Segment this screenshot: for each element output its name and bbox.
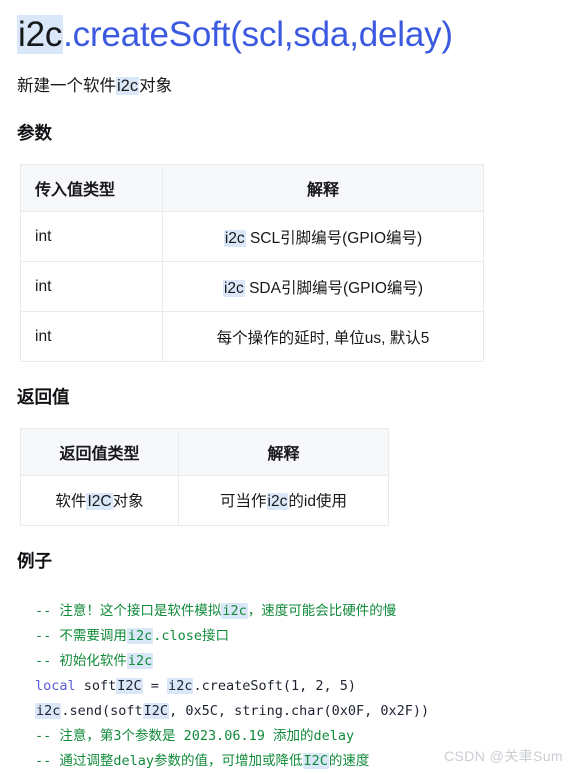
code-token-comment: -- 不需要调用 — [35, 627, 127, 644]
table-row: 软件I2C对象 可当作i2c的id使用 — [20, 474, 389, 526]
code-token-comment-hl: I2C — [302, 752, 329, 769]
page-title: i2c.createSoft(scl,sda,delay) — [0, 0, 575, 60]
code-line: -- 不需要调用i2c.close接口 — [35, 624, 575, 649]
rtype-before: 软件 — [55, 493, 87, 511]
code-token-plain-hl: i2c — [35, 702, 62, 719]
subtitle-after: 对象 — [139, 76, 173, 95]
code-token-plain: .send(soft — [61, 702, 143, 719]
code-token-plain-hl: I2C — [116, 677, 143, 694]
code-token-plain: , 0x5C, string.char(0x0F, 0x2F)) — [169, 702, 430, 719]
rdesc-after: 的id使用 — [288, 493, 347, 511]
code-token-comment-hl: i2c — [126, 627, 154, 644]
section-heading-params: 参数 — [17, 123, 52, 144]
subtitle-before: 新建一个软件 — [17, 76, 116, 95]
code-token-comment: 的速度 — [328, 752, 370, 769]
rdesc-highlight-token: i2c — [266, 493, 289, 511]
rtype-highlight-token: I2C — [86, 493, 113, 511]
desc-after: SCL引脚编号(GPIO编号) — [245, 229, 423, 247]
return-table-body: 软件I2C对象 可当作i2c的id使用 — [20, 474, 389, 526]
params-cell-type: int — [20, 261, 163, 313]
table-header-row: 传入值类型 解释 — [20, 164, 484, 213]
params-col-header-desc: 解释 — [162, 164, 484, 213]
watermark: CSDN @关聿Sum — [444, 748, 563, 764]
code-token-comment: ，速度可能会比硬件的慢 — [247, 602, 397, 619]
title-highlight-token: i2c — [17, 15, 64, 54]
code-token-plain-hl: I2C — [142, 702, 170, 719]
return-cell-type: 软件I2C对象 — [20, 474, 179, 526]
params-table-head: 传入值类型 解释 — [20, 164, 484, 213]
code-line: -- 初始化软件i2c — [35, 649, 575, 674]
table-row: int 每个操作的延时, 单位us, 默认5 — [20, 311, 484, 363]
params-cell-type: int — [20, 211, 163, 263]
params-table: 传入值类型 解释 int i2c SCL引脚编号(GPIO编号) int i2c… — [20, 164, 484, 363]
code-token-comment: -- 通过调整delay参数的值，可增加或降低 — [35, 752, 303, 769]
code-token-comment: -- 初始化软件 — [35, 652, 127, 669]
return-cell-desc: 可当作i2c的id使用 — [178, 474, 389, 526]
return-table-wrap: 返回值类型 解释 软件I2C对象 可当作i2c的id使用 — [0, 409, 575, 526]
params-table-wrap: 传入值类型 解释 int i2c SCL引脚编号(GPIO编号) int i2c… — [0, 145, 575, 363]
page-subtitle: 新建一个软件i2c对象 — [0, 60, 575, 99]
return-col-header-type: 返回值类型 — [20, 427, 179, 476]
params-cell-desc: 每个操作的延时, 单位us, 默认5 — [162, 311, 484, 363]
rdesc-before: 可当作 — [220, 493, 267, 511]
example-code-block: -- 注意！这个接口是软件模拟i2c，速度可能会比硬件的慢 -- 不需要调用i2c… — [0, 572, 575, 774]
params-table-body: int i2c SCL引脚编号(GPIO编号) int i2c SDA引脚编号(… — [20, 211, 484, 363]
title-rest: .createSoft(scl,sda,delay) — [63, 15, 453, 54]
code-token-plain: soft — [75, 677, 117, 694]
table-row: int i2c SCL引脚编号(GPIO编号) — [20, 211, 484, 263]
code-line: -- 注意，第3个参数是 2023.06.19 添加的delay — [35, 724, 575, 749]
code-token-plain: = — [142, 677, 168, 694]
code-token-comment-hl: i2c — [126, 652, 154, 669]
desc-highlight-token: i2c — [222, 279, 245, 297]
code-token-comment-hl: i2c — [221, 602, 248, 619]
code-line: -- 注意！这个接口是软件模拟i2c，速度可能会比硬件的慢 — [35, 599, 575, 624]
code-token-comment: -- 注意，第3个参数是 2023.06.19 添加的delay — [35, 727, 355, 744]
desc-highlight-token: i2c — [223, 229, 246, 247]
desc-before: 每个操作的延时, 单位us, 默认5 — [216, 329, 430, 347]
desc-after: SDA引脚编号(GPIO编号) — [244, 279, 424, 297]
code-token-comment: -- 注意！这个接口是软件模拟 — [35, 602, 222, 619]
params-col-header-type: 传入值类型 — [20, 164, 163, 213]
subtitle-highlight-token: i2c — [116, 76, 140, 95]
return-table-head: 返回值类型 解释 — [20, 427, 389, 476]
section-heading-example: 例子 — [17, 550, 52, 571]
code-token-keyword: local — [35, 677, 76, 694]
code-token-plain-hl: i2c — [167, 677, 194, 694]
rtype-after: 对象 — [112, 493, 144, 511]
code-token-plain: .createSoft(1, 2, 5) — [193, 677, 357, 694]
return-table: 返回值类型 解释 软件I2C对象 可当作i2c的id使用 — [20, 427, 389, 526]
params-cell-desc: i2c SCL引脚编号(GPIO编号) — [162, 211, 484, 263]
table-row: int i2c SDA引脚编号(GPIO编号) — [20, 261, 484, 313]
params-cell-type: int — [20, 311, 163, 363]
doc-page: i2c.createSoft(scl,sda,delay) 新建一个软件i2c对… — [0, 0, 575, 774]
code-token-comment: .close接口 — [153, 627, 230, 644]
code-line: i2c.send(softI2C, 0x5C, string.char(0x0F… — [35, 699, 575, 724]
section-heading-return: 返回值 — [17, 387, 70, 408]
params-cell-desc: i2c SDA引脚编号(GPIO编号) — [162, 261, 484, 313]
code-line: local softI2C = i2c.createSoft(1, 2, 5) — [35, 674, 575, 699]
return-col-header-desc: 解释 — [178, 427, 389, 476]
table-header-row: 返回值类型 解释 — [20, 427, 389, 476]
